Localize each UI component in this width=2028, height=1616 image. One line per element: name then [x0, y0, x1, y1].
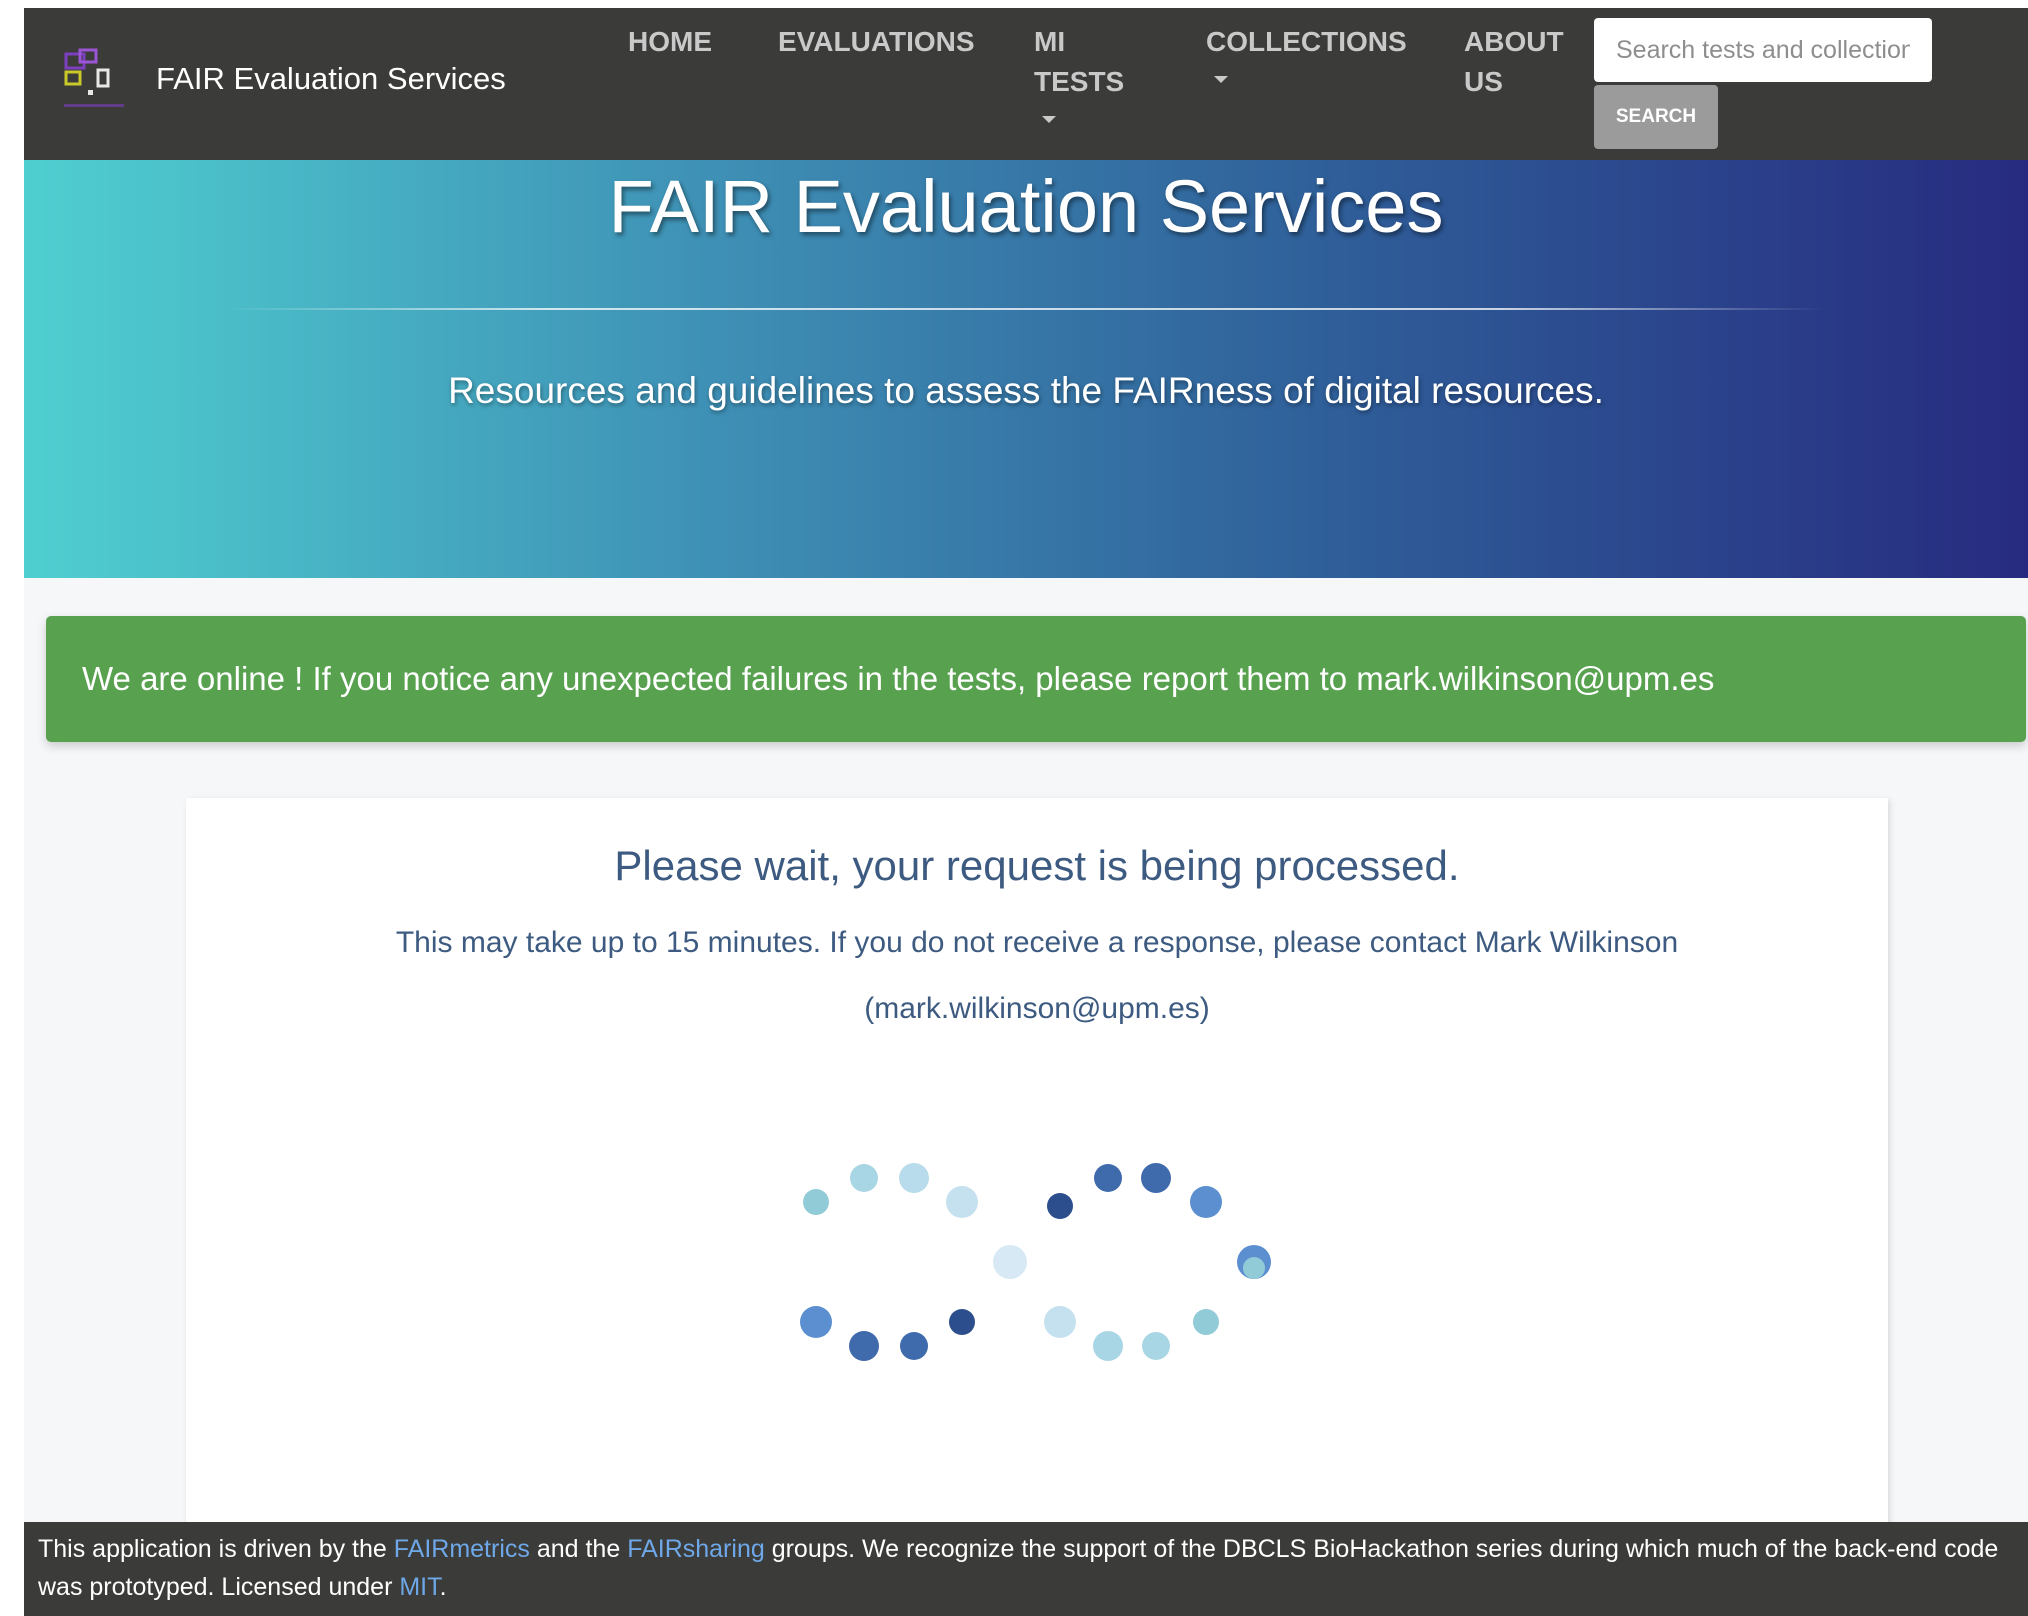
nav-about-us-label-line1: ABOUT: [1464, 26, 1564, 57]
hero-divider: [224, 308, 1824, 310]
hero-banner: FAIR Evaluation Services Resources and g…: [24, 160, 2028, 578]
spinner-dot: [1190, 1186, 1222, 1218]
spinner-dot: [1193, 1309, 1219, 1335]
nav-collections[interactable]: COLLECTIONS: [1206, 22, 1407, 83]
mit-license-link[interactable]: MIT: [399, 1573, 439, 1601]
chevron-down-icon: [1042, 116, 1056, 123]
spinner-dot: [849, 1331, 879, 1361]
hero-subtitle: Resources and guidelines to assess the F…: [448, 370, 1604, 411]
nav-mi-tests-label-line2: TESTS: [1034, 66, 1125, 97]
spinner-dot: [993, 1245, 1027, 1279]
spinner-dot: [1141, 1163, 1171, 1193]
spinner-dot: [800, 1306, 832, 1338]
spinner-dot: [949, 1309, 975, 1335]
nav-mi-tests-label-line1: MI: [1034, 26, 1066, 57]
footer-text: This application is driven by the: [38, 1535, 394, 1563]
nav-about-us[interactable]: ABOUT US: [1464, 22, 1564, 102]
fairsharing-link[interactable]: FAIRsharing: [627, 1535, 765, 1563]
nav-evaluations-label: EVALUATIONS: [778, 26, 975, 57]
nav-mi-tests[interactable]: MI TESTS: [1034, 22, 1124, 123]
brand[interactable]: FAIR Evaluation Services: [58, 44, 506, 114]
nav-about-us-label-line2: US: [1464, 66, 1503, 97]
spinner-dot: [1142, 1332, 1170, 1360]
spinner-dot: [900, 1332, 928, 1360]
nav-evaluations[interactable]: EVALUATIONS: [778, 22, 975, 62]
nav-collections-label: COLLECTIONS: [1206, 26, 1407, 57]
footer-text: and the: [529, 1535, 628, 1563]
loading-spinner-icon: [800, 1163, 1271, 1361]
processing-card: Please wait, your request is being proce…: [186, 798, 1888, 1558]
brand-title: FAIR Evaluation Services: [156, 61, 506, 96]
footer: This application is driven by the FAIRme…: [24, 1522, 2028, 1616]
hero-title: FAIR Evaluation Services: [608, 165, 1444, 248]
fair-metrics-logo-icon: [58, 44, 128, 114]
spinner-dot: [1044, 1306, 1076, 1338]
spinner-dot: [899, 1163, 929, 1193]
chevron-down-icon: [1214, 76, 1228, 83]
spinner-dot: [1093, 1331, 1123, 1361]
spinner-dot: [1047, 1193, 1073, 1219]
search-button[interactable]: SEARCH: [1594, 85, 1718, 149]
navbar: FAIR Evaluation Services HOME EVALUATION…: [24, 8, 2028, 160]
status-alert: We are online ! If you notice any unexpe…: [46, 616, 2026, 742]
fairmetrics-link[interactable]: FAIRmetrics: [394, 1535, 530, 1563]
spinner-dot: [946, 1186, 978, 1218]
nav-home[interactable]: HOME: [628, 22, 712, 62]
spinner-dot: [1243, 1257, 1265, 1279]
page: FAIR Evaluation Services HOME EVALUATION…: [24, 8, 2028, 1616]
nav-home-label: HOME: [628, 26, 712, 57]
spinner-dot: [803, 1189, 829, 1215]
spinner-dot: [850, 1164, 878, 1192]
search-input[interactable]: [1594, 18, 1932, 82]
footer-text: .: [439, 1573, 447, 1601]
status-alert-text: We are online ! If you notice any unexpe…: [82, 660, 1715, 697]
spinner-dot: [1094, 1164, 1122, 1192]
